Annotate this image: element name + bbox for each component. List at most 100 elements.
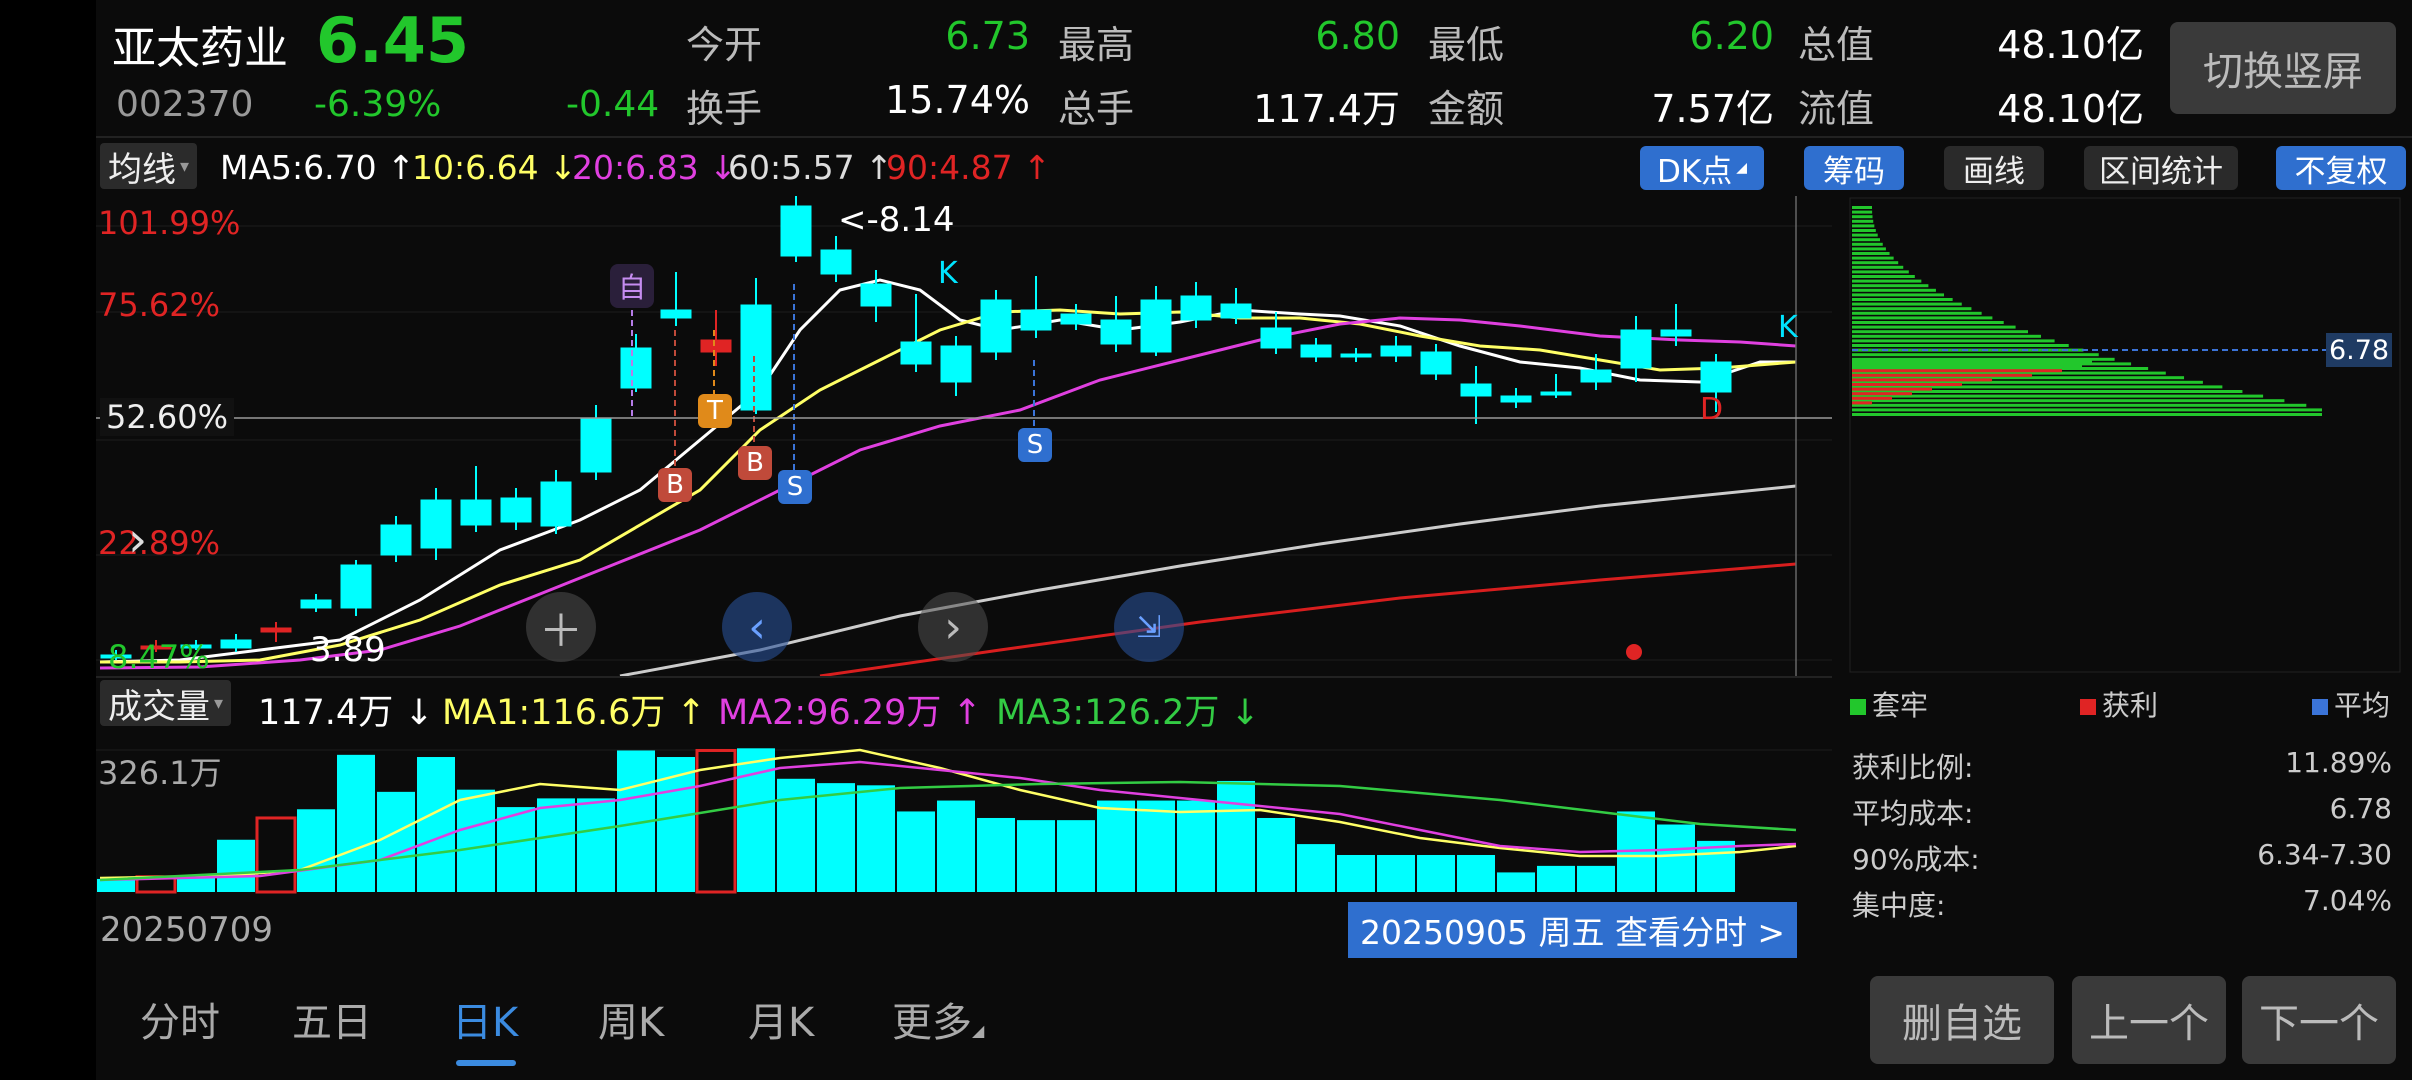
chip-bar-profit [1852, 392, 1912, 396]
tab-more[interactable]: 更多◢ [892, 990, 984, 1048]
volume-bar-down [1417, 854, 1455, 892]
change-value: -0.44 [566, 84, 660, 125]
tab-intraday[interactable]: 分时 [140, 990, 220, 1048]
volume-divider [96, 676, 1832, 678]
candle-body [540, 481, 572, 527]
candle-body [1460, 383, 1492, 397]
chip-bar-trapped [1852, 284, 1929, 288]
chip-bar-trapped [1852, 408, 2322, 412]
ma10-value: 10:6.64 ↓ [412, 148, 577, 187]
chip-bar-trapped [1852, 353, 2099, 357]
candle-body [300, 599, 332, 609]
volume-bar-down [1377, 854, 1415, 892]
volume-bar-up [695, 748, 737, 894]
scroll-right-button[interactable]: › [918, 592, 988, 662]
candle-body [1020, 309, 1052, 331]
volume-bar-down [537, 798, 575, 892]
stat-value-float-value: 48.10亿 [1997, 87, 2144, 131]
chip-row-value: 6.34-7.30 [2257, 838, 2392, 871]
dk-point-button[interactable]: DK点 ◢ [1640, 146, 1764, 190]
chip-bar-profit [1852, 369, 2062, 373]
chip-bar-trapped [1852, 247, 1886, 251]
draw-line-button[interactable]: 画线 [1944, 146, 2044, 190]
header-divider [96, 136, 2412, 138]
chips-button[interactable]: 筹码 [1804, 146, 1904, 190]
active-tab-underline [456, 1060, 516, 1066]
chip-legend: 套牢 获利 平均 [1850, 684, 2396, 724]
legend-swatch-blue [2312, 699, 2328, 715]
candle-body [1340, 353, 1372, 358]
legend-swatch-green [1850, 699, 1866, 715]
arrow-up-icon: ↑ [941, 693, 982, 733]
crosshair-price-label: 52.60% [100, 398, 235, 436]
chip-row-value: 7.04% [2303, 884, 2392, 917]
arrow-down-icon: ↓ [538, 148, 577, 187]
tab-daily-k[interactable]: 日K [452, 990, 518, 1048]
view-intraday-button[interactable]: 20250905 周五 查看分时 > [1348, 902, 1798, 958]
collapse-button[interactable]: ⇲ [1114, 592, 1184, 662]
chip-bar-trapped [1852, 238, 1881, 242]
tab-monthly-k[interactable]: 月K [748, 990, 814, 1048]
remove-watchlist-button[interactable]: 删自选 [1870, 976, 2054, 1064]
candle-body [500, 497, 532, 523]
volume-bar-down [417, 757, 455, 892]
candle-body [1260, 327, 1292, 349]
chip-bar-trapped [1852, 339, 2055, 343]
legend-profit: 获利 [2080, 684, 2158, 724]
chip-bar-trapped [1852, 275, 1915, 278]
tick-label-top: 101.99% [98, 204, 241, 242]
legend-trapped: 套牢 [1850, 684, 1928, 724]
switch-portrait-button[interactable]: 切换竖屏 [2170, 22, 2396, 114]
expand-left-arrow-icon[interactable]: › [128, 512, 147, 568]
volume-bar-down [497, 807, 535, 892]
volume-selector-dropdown[interactable]: 成交量 ▾ [100, 680, 232, 727]
chip-bar-trapped [1852, 206, 1872, 209]
chip-bar-profit [1852, 387, 1932, 391]
chip-bar-profit [1852, 396, 1892, 400]
legend-profit-label: 获利 [2102, 689, 2159, 722]
chip-bar-trapped [1852, 279, 1922, 283]
stock-name: 亚太药业 [112, 23, 288, 74]
zoom-in-button[interactable]: ＋ [526, 592, 596, 662]
candle-body [620, 347, 652, 389]
ma-selector-dropdown[interactable]: 均线 ▾ [100, 143, 198, 190]
candle-body [940, 345, 972, 383]
next-stock-button[interactable]: 下一个 [2242, 976, 2396, 1064]
candle-body [340, 564, 372, 609]
chip-row-label: 获利比例: [1852, 751, 1974, 784]
volume-bar-down [1297, 844, 1335, 892]
candle-body [1500, 395, 1532, 403]
chip-distribution-chart [1849, 197, 2401, 673]
stat-label-volume: 总手 [1058, 87, 1135, 131]
tab-five-day[interactable]: 五日 [292, 990, 372, 1048]
candle-body [1380, 345, 1412, 357]
stat-label-open: 今开 [686, 23, 763, 67]
chip-panel-border [1849, 197, 2401, 673]
chip-bar-trapped [1852, 316, 1993, 320]
volume-bar-down [1337, 854, 1375, 892]
chip-row-value: 11.89% [2285, 746, 2392, 779]
t-marker: T [698, 394, 732, 428]
red-dot-indicator [1626, 644, 1642, 660]
dropdown-caret-icon: ▾ [214, 692, 224, 714]
no-adjust-button[interactable]: 不复权 [2276, 146, 2406, 190]
chip-bar-trapped [1852, 252, 1890, 255]
candle-body [780, 205, 812, 257]
volume-bar-down [817, 783, 855, 892]
interval-stats-button[interactable]: 区间统计 [2084, 146, 2238, 190]
candle-body [220, 639, 252, 649]
volume-bar-down [1017, 820, 1055, 892]
volume-chart[interactable] [96, 736, 1832, 896]
tab-weekly-k[interactable]: 周K [598, 990, 664, 1048]
candle-body [260, 627, 292, 633]
ma10-text: 10:6.64 [412, 148, 539, 187]
candle-body [1540, 391, 1572, 396]
chip-bar-trapped [1852, 256, 1894, 260]
volume-bar-down [457, 789, 495, 892]
chip-bar-trapped [1852, 298, 1953, 301]
previous-stock-button[interactable]: 上一个 [2072, 976, 2226, 1064]
scroll-left-button[interactable]: ‹ [722, 592, 792, 662]
volume-max-tick: 326.1万 [98, 754, 222, 792]
volume-bar-down [297, 809, 335, 892]
ma20-text: 20:6.83 [572, 148, 699, 187]
